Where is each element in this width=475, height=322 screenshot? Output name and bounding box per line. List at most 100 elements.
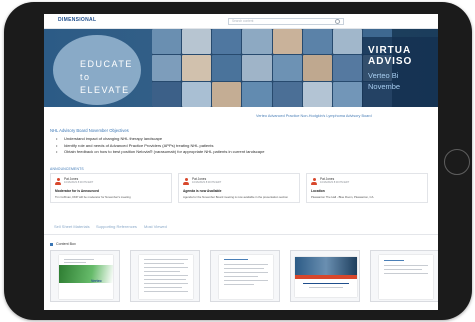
- objective-item: Understand impact of changing NHL therap…: [56, 136, 264, 143]
- text-line: [144, 259, 188, 261]
- reference-page: [219, 255, 273, 299]
- text-line: [384, 260, 404, 262]
- objectives-list: Understand impact of changing NHL therap…: [56, 136, 264, 156]
- slogan-line: ELEVATE: [80, 85, 130, 95]
- text-line: [224, 280, 268, 282]
- hero-subtitle: Verteo Bi Novembe: [368, 70, 400, 92]
- photo-tile: [272, 81, 302, 107]
- photo-tile: [242, 81, 272, 107]
- photo-tile: [332, 55, 362, 81]
- tablet-frame: DIMENSIONAL Search content EDUCATE to EL…: [4, 2, 472, 320]
- screen: DIMENSIONAL Search content EDUCATE to EL…: [44, 14, 438, 310]
- hero-title-line: ADVISO: [368, 56, 413, 67]
- folder-icon: [50, 242, 53, 246]
- photo-tile: [182, 81, 212, 107]
- hero-title: VIRTUA ADVISO: [368, 45, 412, 67]
- photo-tile: [332, 81, 362, 107]
- thumbnail-document[interactable]: [370, 250, 438, 302]
- text-line: [224, 259, 248, 261]
- announcement-card[interactable]: Pat Jones 10/16/2023 8:30 PM EDT Locatio…: [306, 173, 428, 203]
- post-date: 10/16/2023 8:30 PM EDT: [64, 181, 94, 184]
- photo-tile: [152, 55, 182, 81]
- search-icon[interactable]: [335, 19, 340, 24]
- thumbnail-article[interactable]: [130, 250, 200, 302]
- photo-tile: [182, 29, 212, 55]
- text-line: [224, 284, 254, 286]
- photo-tile: [272, 55, 302, 81]
- thumbnail-advisory-slide[interactable]: [290, 250, 360, 302]
- text-line: [144, 267, 188, 269]
- avatar: [311, 178, 317, 185]
- objective-item: Identify role and needs of Advanced Prac…: [56, 143, 264, 150]
- objectives-heading: NHL Advisory Board November Objectives: [50, 128, 129, 133]
- photo-tile: [302, 55, 332, 81]
- text-line: [144, 263, 184, 265]
- tab-most-viewed[interactable]: Most Viewed: [144, 224, 167, 229]
- photo-tile: [302, 81, 332, 107]
- slide-header: [295, 257, 357, 275]
- text-line: [144, 287, 182, 289]
- photo-tile: [242, 55, 272, 81]
- text-line: [384, 273, 428, 275]
- green-wave: [59, 265, 113, 283]
- search-input[interactable]: Search content: [228, 17, 344, 25]
- announcement-text: Tim Coffman, DNP will be moderator for N…: [55, 195, 131, 199]
- photo-tile: [152, 81, 182, 107]
- announcement-title: Agenda is now Available: [183, 189, 222, 193]
- text-line: [309, 287, 343, 289]
- avatar: [55, 178, 61, 185]
- objective-item: Obtain feedback on how to best position …: [56, 149, 264, 156]
- text-line: [144, 283, 188, 285]
- content-box-heading: Content Box: [50, 242, 76, 246]
- photo-tile: [272, 29, 302, 55]
- content-box-label: Content Box: [56, 242, 76, 246]
- photo-tile: [242, 29, 272, 55]
- text-line: [224, 268, 264, 270]
- text-line: [144, 275, 188, 277]
- text-line: [384, 265, 428, 267]
- photo-tile: [212, 55, 242, 81]
- search-placeholder: Search content: [232, 19, 254, 23]
- brochure-page: Verteo: [59, 255, 113, 299]
- hero-subtitle-line: Verteo Bi: [368, 71, 399, 80]
- photo-collage: [152, 29, 392, 107]
- photo-tile: [152, 29, 182, 55]
- text-line: [64, 259, 94, 261]
- text-line: [224, 276, 258, 278]
- brochure-logo: Verteo: [91, 279, 102, 283]
- text-line: [224, 272, 268, 274]
- photo-tile: [182, 55, 212, 81]
- home-button[interactable]: [444, 149, 470, 175]
- announcement-title: Location: [311, 189, 325, 193]
- announcement-card[interactable]: Pat Jones 10/16/2023 8:30 PM EDT Agenda …: [178, 173, 300, 203]
- slogan-line: EDUCATE: [80, 59, 133, 69]
- tab-supporting-references[interactable]: Supporting References: [96, 224, 137, 229]
- text-line: [224, 264, 268, 266]
- text-line: [384, 269, 422, 271]
- tab-sell-sheet[interactable]: Sell Sheet Materials: [54, 224, 90, 229]
- document-page: [379, 255, 433, 299]
- announcement-title: Moderator for is Announced: [55, 189, 100, 193]
- content-tabs: Sell Sheet Materials Supporting Referenc…: [44, 220, 438, 235]
- text-line: [144, 291, 188, 293]
- announcement-text: Pleasanton The Hall - Blue Room, Pleasan…: [311, 195, 374, 199]
- announcement-card[interactable]: Pat Jones 10/16/2023 8:30 PM EDT Moderat…: [50, 173, 172, 203]
- brand-logo[interactable]: DIMENSIONAL: [58, 17, 96, 23]
- post-date: 10/16/2023 8:30 PM EDT: [320, 181, 350, 184]
- thumbnail-reference[interactable]: [210, 250, 280, 302]
- hero-banner: EDUCATE to ELEVATE VIRTUA ADVISO Verteo …: [44, 29, 438, 107]
- thumbnail-brochure[interactable]: Verteo: [50, 250, 120, 302]
- photo-tile: [212, 81, 242, 107]
- photo-tile: [332, 29, 362, 55]
- announcements-heading: ANNOUNCEMENTS: [50, 167, 84, 171]
- article-page: [139, 255, 193, 299]
- text-line: [144, 279, 186, 281]
- slide-page: [295, 257, 357, 297]
- photo-tile: [212, 29, 242, 55]
- text-line: [144, 271, 180, 273]
- announcement-text: Agenda for the November Board meeting is…: [183, 195, 288, 199]
- advisory-board-link[interactable]: Verteo Advanced Practice Non-Hodgkin's L…: [256, 114, 372, 118]
- text-line: [64, 262, 86, 264]
- photo-tile: [302, 29, 332, 55]
- top-bar: DIMENSIONAL Search content: [44, 14, 438, 29]
